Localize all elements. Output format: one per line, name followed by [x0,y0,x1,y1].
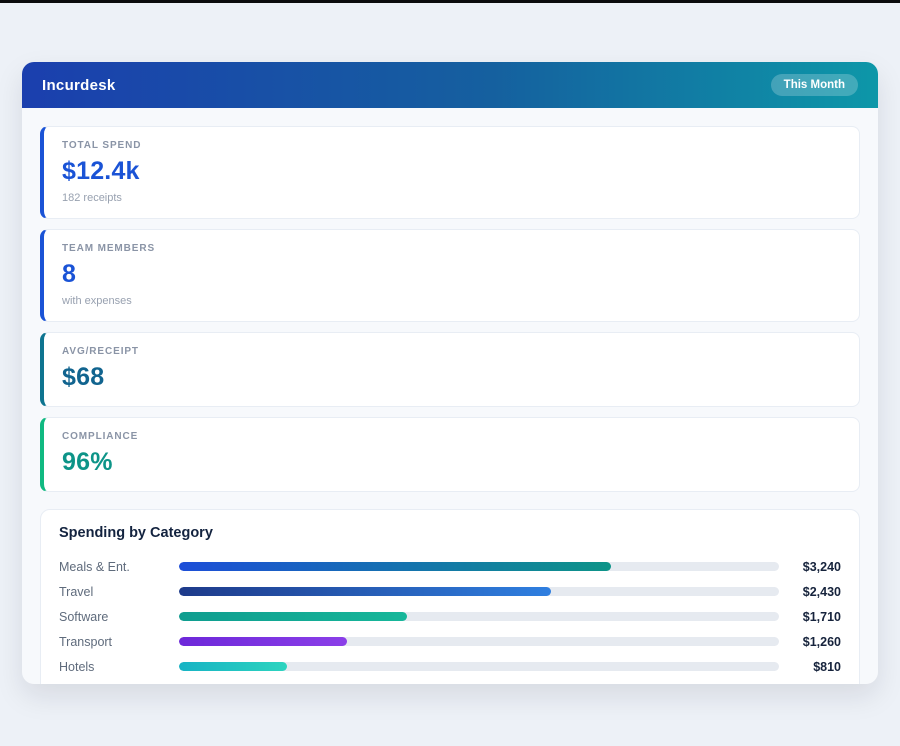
category-label: Transport [59,635,179,649]
bar-track [179,637,779,646]
bar-fill [179,612,407,621]
bar-fill [179,562,611,571]
stat-card: TOTAL SPEND $12.4k 182 receipts [40,126,860,219]
stat-subtext: 182 receipts [62,192,841,204]
bar-fill [179,587,551,596]
chart-row: Hotels $810 [59,654,841,679]
app-title: Incurdesk [42,77,116,94]
stat-card: TEAM MEMBERS 8 with expenses [40,229,860,322]
bar-fill [179,637,347,646]
category-label: Meals & Ent. [59,560,179,574]
chart-row: Software $1,710 [59,604,841,629]
spending-card: Spending by Category Meals & Ent. $3,240… [40,509,860,684]
category-value: $1,260 [779,635,841,649]
app-card: Incurdesk This Month TOTAL SPEND $12.4k … [22,62,878,684]
bar-track [179,612,779,621]
chart-rows: Meals & Ent. $3,240 Travel $2,430 Softwa… [59,554,841,679]
app-body: TOTAL SPEND $12.4k 182 receipts TEAM MEM… [22,108,878,684]
stat-subtext: with expenses [62,295,841,307]
bar-track [179,662,779,671]
category-value: $2,430 [779,585,841,599]
stat-label: TEAM MEMBERS [62,243,841,254]
app-header: Incurdesk This Month [22,62,878,108]
stat-card: COMPLIANCE 96% [40,417,860,492]
category-label: Hotels [59,660,179,674]
stat-value: $68 [62,363,841,392]
stat-label: TOTAL SPEND [62,140,841,151]
stats-section: TOTAL SPEND $12.4k 182 receipts TEAM MEM… [40,126,860,492]
category-value: $3,240 [779,560,841,574]
stat-value: 96% [62,448,841,477]
chart-row: Transport $1,260 [59,629,841,654]
stat-value: $12.4k [62,157,841,186]
stat-label: COMPLIANCE [62,431,841,442]
chart-row: Meals & Ent. $3,240 [59,554,841,579]
category-value: $1,710 [779,610,841,624]
bar-track [179,562,779,571]
category-label: Software [59,610,179,624]
bar-fill [179,662,287,671]
category-label: Travel [59,585,179,599]
category-value: $810 [779,660,841,674]
screen-top-edge [0,0,900,3]
stat-card: AVG/RECEIPT $68 [40,332,860,407]
stat-label: AVG/RECEIPT [62,346,841,357]
period-badge[interactable]: This Month [771,74,858,96]
chart-row: Travel $2,430 [59,579,841,604]
stat-value: 8 [62,260,841,289]
bar-track [179,587,779,596]
chart-title: Spending by Category [59,525,841,541]
